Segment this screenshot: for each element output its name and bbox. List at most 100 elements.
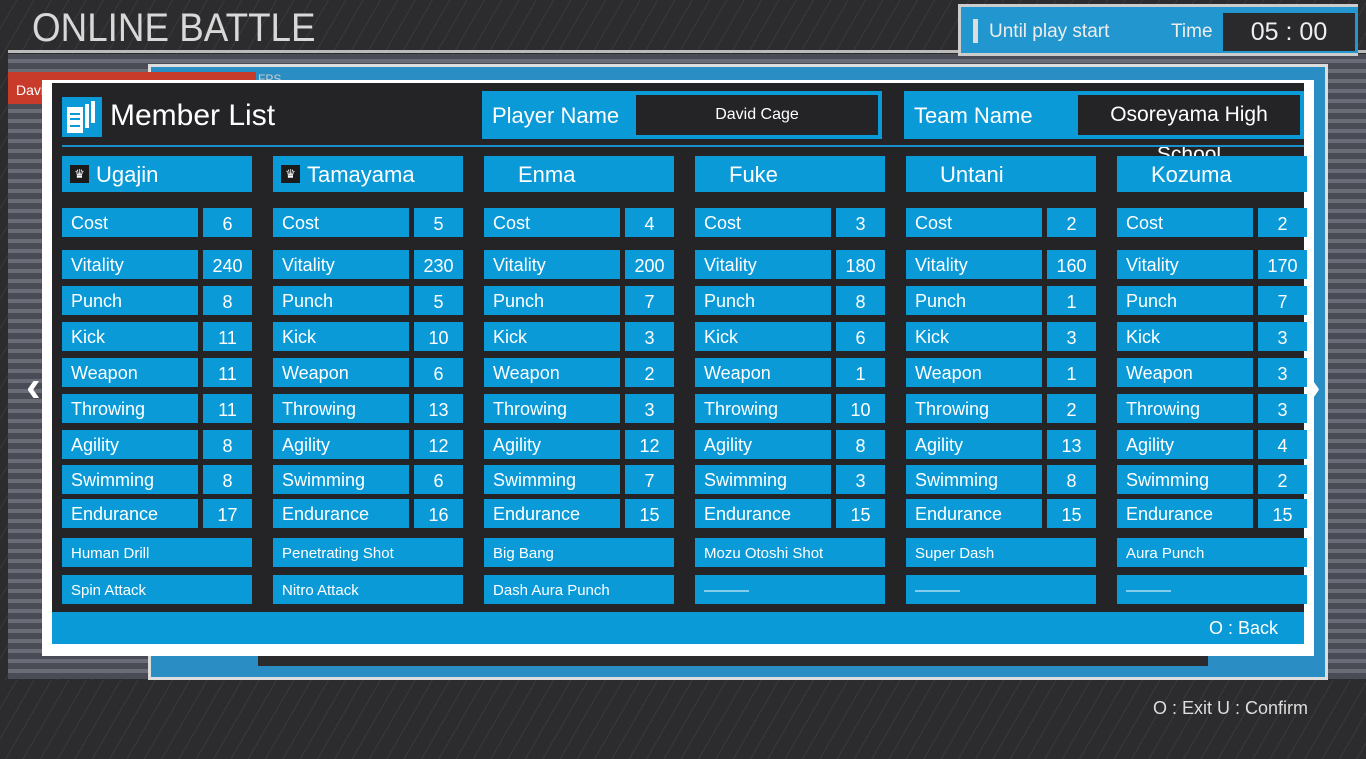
- stat-value: 11: [203, 394, 252, 423]
- stat-label: Kick: [62, 322, 198, 351]
- stat-value: 3: [836, 465, 885, 494]
- stat-value: 8: [203, 465, 252, 494]
- stat-value: 8: [1047, 465, 1096, 494]
- skill-item: Mozu Otoshi Shot: [695, 538, 885, 567]
- member-name-text: Kozuma: [1151, 162, 1232, 187]
- stat-value: 200: [625, 250, 674, 279]
- skill-item: Spin Attack: [62, 575, 252, 604]
- stat-value: 17: [203, 499, 252, 528]
- stat-value: 5: [414, 208, 463, 237]
- skill-item: ———: [1117, 575, 1307, 604]
- stat-value: 11: [203, 358, 252, 387]
- stat-label: Weapon: [1117, 358, 1253, 387]
- stat-value: 6: [414, 465, 463, 494]
- team-name-value: Osoreyama High School: [1078, 95, 1300, 166]
- stat-value: 180: [836, 250, 885, 279]
- stat-label: Kick: [1117, 322, 1253, 351]
- skill-item: ———: [906, 575, 1096, 604]
- member-name-text: Tamayama: [307, 162, 415, 187]
- stat-value: 8: [836, 286, 885, 315]
- stat-label: Punch: [62, 286, 198, 315]
- stat-value: 6: [203, 208, 252, 237]
- stat-value: 15: [625, 499, 674, 528]
- stat-label: Punch: [906, 286, 1042, 315]
- skill-item: Big Bang: [484, 538, 674, 567]
- stat-label: Swimming: [484, 465, 620, 494]
- stat-label: Cost: [906, 208, 1042, 237]
- stat-label: Cost: [62, 208, 198, 237]
- stat-label: Swimming: [62, 465, 198, 494]
- stat-value: 3: [625, 394, 674, 423]
- countdown-timer: Until play start Time 05 : 00: [958, 4, 1358, 56]
- stat-value: 8: [203, 286, 252, 315]
- stat-value: 2: [625, 358, 674, 387]
- stat-value: 3: [1258, 358, 1307, 387]
- stat-label: Swimming: [695, 465, 831, 494]
- screen-title: ONLINE BATTLE: [32, 6, 316, 50]
- stat-value: 160: [1047, 250, 1096, 279]
- stat-label: Throwing: [695, 394, 831, 423]
- stat-label: Throwing: [1117, 394, 1253, 423]
- stat-label: Agility: [484, 430, 620, 459]
- stat-label: Punch: [695, 286, 831, 315]
- team-name-field: Team Name Osoreyama High School: [904, 91, 1304, 166]
- timer-label: Until play start: [989, 21, 1110, 42]
- stat-label: Agility: [1117, 430, 1253, 459]
- stat-value: 10: [414, 322, 463, 351]
- stat-label: Punch: [484, 286, 620, 315]
- stat-value: 10: [836, 394, 885, 423]
- stat-label: Weapon: [906, 358, 1042, 387]
- background-bottom: [0, 680, 1366, 759]
- controls-hint: O : Exit U : Confirm: [1152, 698, 1308, 718]
- stat-value: 7: [625, 465, 674, 494]
- member-name-text: Ugajin: [96, 162, 159, 187]
- dialog-title: Member List: [110, 99, 276, 132]
- stat-value: 5: [414, 286, 463, 315]
- stat-label: Weapon: [273, 358, 409, 387]
- stat-value: 8: [836, 430, 885, 459]
- stat-label: Agility: [906, 430, 1042, 459]
- member-list-content: Member List Player Name David Cage Team …: [52, 83, 1307, 644]
- stat-value: 6: [836, 322, 885, 351]
- stat-label: Throwing: [484, 394, 620, 423]
- stat-value: 15: [1047, 499, 1096, 528]
- stat-label: Cost: [695, 208, 831, 237]
- member-name: Enma: [484, 156, 674, 192]
- stat-value: 1: [1047, 286, 1096, 315]
- time-value: 05 : 00: [1223, 13, 1355, 51]
- stat-value: 8: [203, 430, 252, 459]
- stat-label: Swimming: [1117, 465, 1253, 494]
- stat-label: Weapon: [484, 358, 620, 387]
- skill-item: Super Dash: [906, 538, 1096, 567]
- stat-value: 15: [1258, 499, 1307, 528]
- stat-label: Vitality: [484, 250, 620, 279]
- back-button[interactable]: O : Back: [52, 612, 1304, 644]
- player-name-field: Player Name David Cage: [482, 91, 882, 139]
- chevron-right-icon[interactable]: ›: [1306, 362, 1321, 412]
- stat-label: Throwing: [906, 394, 1042, 423]
- skill-item: ———: [695, 575, 885, 604]
- member-name-text: Untani: [940, 162, 1004, 187]
- stat-label: Endurance: [695, 499, 831, 528]
- stat-label: Endurance: [273, 499, 409, 528]
- skill-item: Human Drill: [62, 538, 252, 567]
- stat-label: Agility: [695, 430, 831, 459]
- stat-value: 1: [836, 358, 885, 387]
- stat-value: 12: [414, 430, 463, 459]
- stat-value: 7: [625, 286, 674, 315]
- stat-value: 4: [1258, 430, 1307, 459]
- stat-label: Throwing: [62, 394, 198, 423]
- stat-label: Endurance: [1117, 499, 1253, 528]
- member-name: Untani: [906, 156, 1096, 192]
- stat-value: 13: [414, 394, 463, 423]
- stat-value: 12: [625, 430, 674, 459]
- stat-value: 11: [203, 322, 252, 351]
- member-name: ♛ Ugajin: [62, 156, 252, 192]
- stat-value: 2: [1047, 394, 1096, 423]
- stat-value: 2: [1258, 208, 1307, 237]
- stat-value: 3: [1258, 394, 1307, 423]
- member-list-icon: [62, 97, 102, 137]
- chevron-left-icon[interactable]: ‹: [26, 362, 41, 412]
- stat-value: 2: [1258, 465, 1307, 494]
- stat-value: 1: [1047, 358, 1096, 387]
